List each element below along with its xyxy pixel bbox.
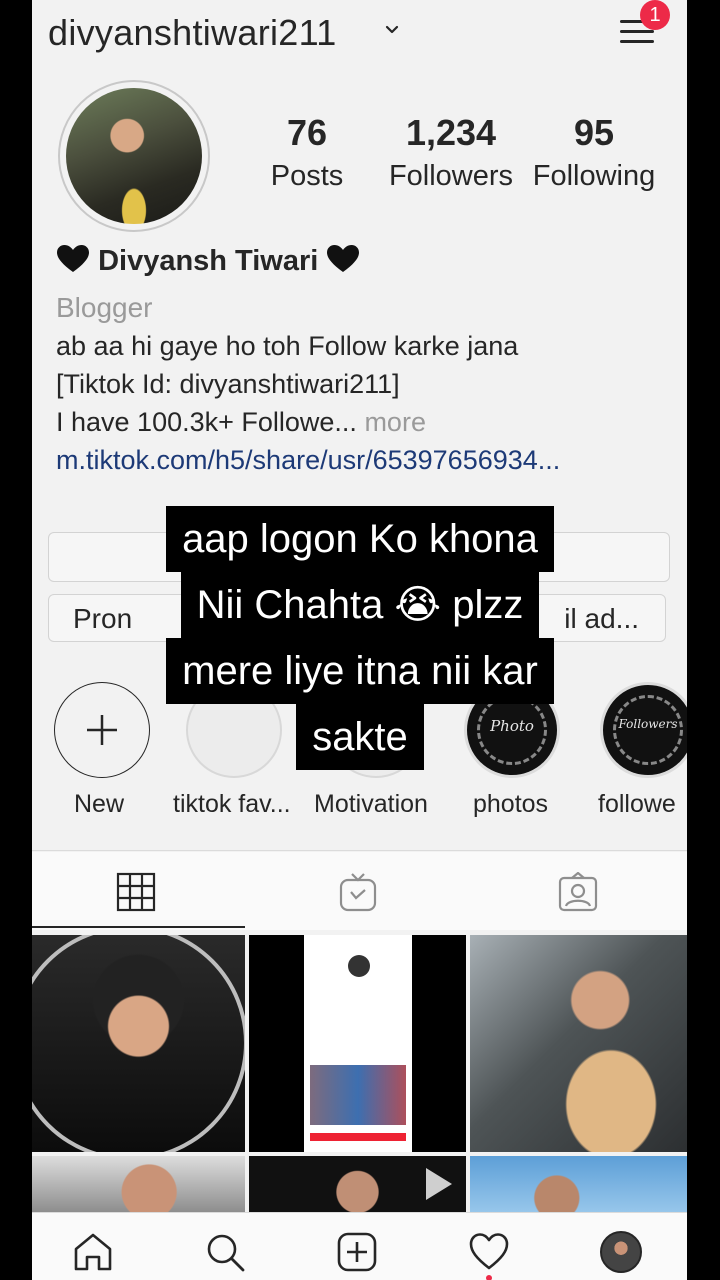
chevron-down-icon[interactable] — [384, 22, 400, 38]
bio-line-1: ab aa hi gaye ho toh Follow karke jana — [56, 331, 519, 361]
home-icon[interactable] — [72, 1231, 114, 1273]
following-count: 95 — [573, 112, 615, 153]
grid-icon[interactable] — [116, 872, 156, 912]
display-name: Divyansh Tiwari — [98, 245, 319, 277]
profile-tabs — [32, 852, 687, 930]
highlight-label-photos: photos — [473, 790, 549, 818]
profile-avatar-ring[interactable] — [58, 80, 210, 232]
posts-count: 76 — [286, 112, 328, 153]
caption-line-2: Nii Chahta 😭 plzz — [180, 572, 540, 638]
posts-stat[interactable]: 76 Posts — [268, 112, 346, 193]
igtv-icon[interactable] — [338, 872, 378, 912]
posts-label: Posts — [270, 160, 344, 192]
profile-category: Blogger — [56, 292, 153, 323]
display-name-row: Divyansh Tiwari — [56, 244, 676, 288]
divider — [32, 850, 687, 851]
caption-line-4: sakte — [296, 704, 424, 770]
top-bar: divyanshtiwari211 1 — [32, 0, 687, 70]
post-thumbnail[interactable] — [470, 935, 687, 1152]
tagged-icon[interactable] — [558, 872, 598, 912]
username[interactable]: divyanshtiwari211 — [48, 12, 337, 54]
profile-avatar-icon[interactable] — [600, 1231, 642, 1273]
bio-line-2: [Tiktok Id: divyanshtiwari211] — [56, 369, 400, 399]
highlight-label-followers: followe — [598, 790, 676, 818]
notification-badge: 1 — [640, 0, 670, 30]
black-heart-icon — [327, 245, 360, 272]
highlight-label-new: New — [74, 790, 125, 818]
followers-count: 1,234 — [405, 112, 497, 153]
add-post-icon[interactable] — [336, 1231, 378, 1273]
post-thumbnail[interactable] — [470, 1156, 687, 1216]
caption-overlay: aap logon Ko khona Nii Chahta 😭 plzz mer… — [0, 506, 720, 770]
active-tab-indicator — [32, 926, 245, 928]
bio-line-3-text: I have 100.3k+ Followe... — [56, 407, 357, 437]
more-link[interactable]: more — [357, 407, 426, 437]
post-thumbnail[interactable] — [249, 1156, 466, 1216]
post-thumbnail[interactable] — [32, 1156, 245, 1216]
post-thumbnail[interactable] — [249, 935, 466, 1152]
bio-section: Divyansh Tiwari Blogger ab aa hi gaye ho… — [56, 244, 676, 476]
search-icon[interactable] — [204, 1231, 246, 1273]
highlight-label-motivation: Motivation — [314, 790, 428, 818]
black-heart-icon — [57, 245, 89, 272]
followers-label: Followers — [388, 160, 514, 192]
bio-line-3: I have 100.3k+ Followe... more — [56, 407, 676, 438]
bottom-navigation — [32, 1212, 687, 1280]
bio-website-link[interactable]: m.tiktok.com/h5/share/usr/65397656934... — [56, 445, 676, 476]
followers-stat[interactable]: 1,234 Followers — [382, 112, 520, 193]
following-stat[interactable]: 95 Following — [528, 112, 660, 193]
heart-icon[interactable] — [468, 1231, 510, 1273]
highlight-label-tiktok-fav: tiktok fav... — [173, 790, 291, 818]
video-play-icon — [426, 1168, 452, 1200]
profile-avatar — [66, 88, 202, 224]
post-thumbnail[interactable] — [32, 935, 245, 1152]
caption-line-3: mere liye itna nii kar — [166, 638, 554, 704]
following-label: Following — [532, 160, 656, 192]
activity-dot — [486, 1275, 492, 1280]
caption-line-1: aap logon Ko khona — [166, 506, 554, 572]
